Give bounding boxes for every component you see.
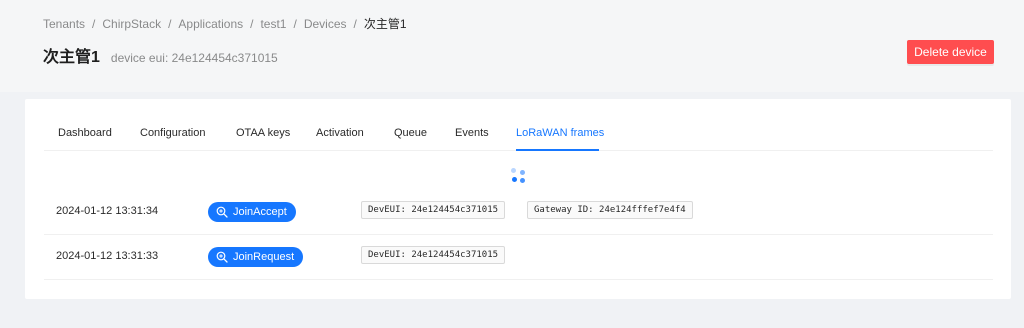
tab-otaa-keys[interactable]: OTAA keys: [236, 127, 290, 139]
breadcrumb-current-device: 次主管1: [363, 17, 407, 31]
device-card: Dashboard Configuration OTAA keys Activa…: [25, 99, 1011, 299]
breadcrumb-separator: /: [250, 16, 254, 31]
dev-eui-tag: DevEUI: 24e124454c371015: [361, 201, 506, 219]
gateway-id-tag: Gateway ID: 24e124fffef7e4f4: [527, 201, 693, 219]
page-header: Tenants / ChirpStack / Applications / te…: [0, 0, 1024, 92]
frame-row: 2024-01-12 13:31:34 JoinAccept DevEUI: 2…: [44, 190, 993, 235]
breadcrumb-separator: /: [92, 16, 96, 31]
zoom-in-icon: [216, 206, 228, 218]
breadcrumb-applications[interactable]: Applications: [178, 17, 243, 31]
loading-spinner-icon: [511, 168, 527, 184]
tab-queue[interactable]: Queue: [394, 127, 427, 139]
breadcrumb-separator: /: [353, 16, 357, 31]
tab-events[interactable]: Events: [455, 127, 489, 139]
tab-lorawan-frames[interactable]: LoRaWAN frames: [516, 127, 604, 139]
active-tab-indicator: [516, 149, 599, 151]
zoom-in-icon: [216, 251, 228, 263]
frame-type-button[interactable]: JoinAccept: [208, 202, 296, 222]
frame-type-label: JoinAccept: [233, 206, 287, 218]
page-title: 次主管1: [43, 49, 100, 66]
frame-type-button[interactable]: JoinRequest: [208, 247, 304, 267]
breadcrumb-application[interactable]: test1: [260, 17, 286, 31]
breadcrumb-separator: /: [293, 16, 297, 31]
device-eui-subtitle: device eui: 24e124454c371015: [110, 51, 278, 65]
device-tabs: Dashboard Configuration OTAA keys Activa…: [44, 99, 993, 151]
breadcrumb-tenants[interactable]: Tenants: [43, 17, 85, 31]
tab-dashboard[interactable]: Dashboard: [58, 127, 112, 139]
tab-activation[interactable]: Activation: [316, 127, 364, 139]
tab-configuration[interactable]: Configuration: [140, 127, 205, 139]
frame-row: 2024-01-12 13:31:33 JoinRequest DevEUI: …: [44, 235, 993, 280]
dev-eui-tag: DevEUI: 24e124454c371015: [361, 246, 506, 264]
delete-device-button[interactable]: Delete device: [907, 40, 994, 64]
frame-timestamp: 2024-01-12 13:31:33: [56, 250, 159, 262]
frame-timestamp: 2024-01-12 13:31:34: [56, 205, 159, 217]
breadcrumb: Tenants / ChirpStack / Applications / te…: [43, 15, 407, 32]
breadcrumb-devices[interactable]: Devices: [304, 17, 347, 31]
frame-type-label: JoinRequest: [233, 251, 295, 263]
breadcrumb-tenant[interactable]: ChirpStack: [102, 17, 161, 31]
title-row: 次主管1 device eui: 24e124454c371015: [43, 43, 278, 67]
breadcrumb-separator: /: [168, 16, 172, 31]
